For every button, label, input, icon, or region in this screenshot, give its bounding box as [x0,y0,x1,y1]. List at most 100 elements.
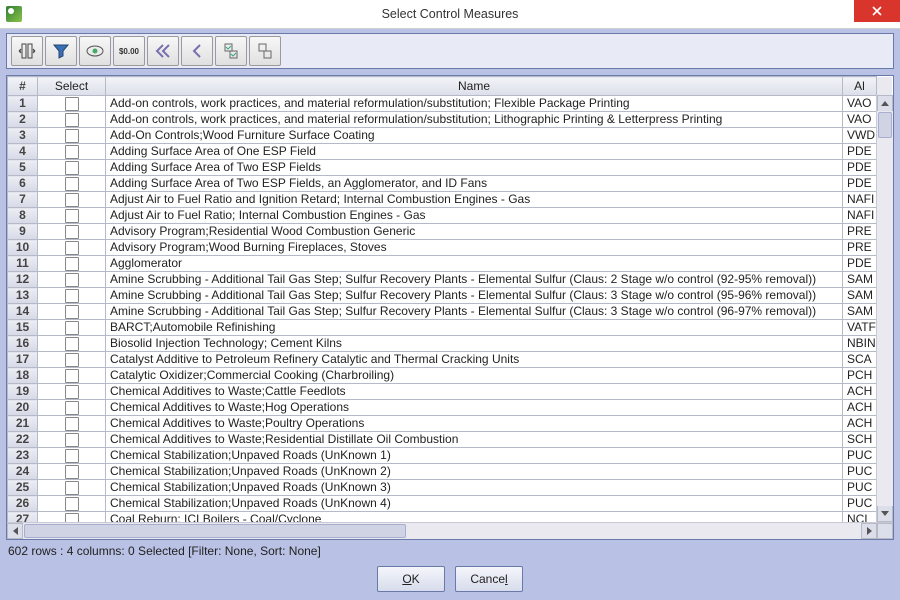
checkbox[interactable] [65,465,79,479]
checkbox[interactable] [65,481,79,495]
col-header-abbr[interactable]: Al [843,77,877,96]
row-select-cell[interactable] [38,224,106,240]
checkbox[interactable] [65,321,79,335]
table-row[interactable]: 13Amine Scrubbing - Additional Tail Gas … [8,288,893,304]
row-select-cell[interactable] [38,288,106,304]
expand-columns-button[interactable] [11,36,43,66]
checkbox[interactable] [65,401,79,415]
first-page-button[interactable] [147,36,179,66]
row-select-cell[interactable] [38,432,106,448]
checkbox[interactable] [65,337,79,351]
table-row[interactable]: 11AgglomeratorPDE [8,256,893,272]
row-select-cell[interactable] [38,304,106,320]
scroll-left-button[interactable] [7,523,23,539]
row-select-cell[interactable] [38,128,106,144]
table-row[interactable]: 17Catalyst Additive to Petroleum Refiner… [8,352,893,368]
col-header-number[interactable]: # [8,77,38,96]
vertical-scrollbar[interactable] [876,95,893,522]
checkbox[interactable] [65,129,79,143]
checkbox[interactable] [65,369,79,383]
checkbox[interactable] [65,177,79,191]
checkbox[interactable] [65,241,79,255]
table-row[interactable]: 19Chemical Additives to Waste;Cattle Fee… [8,384,893,400]
table-row[interactable]: 25Chemical Stabilization;Unpaved Roads (… [8,480,893,496]
table-row[interactable]: 15BARCT;Automobile RefinishingVATF [8,320,893,336]
table-row[interactable]: 2Add-on controls, work practices, and ma… [8,112,893,128]
row-select-cell[interactable] [38,320,106,336]
checkbox[interactable] [65,145,79,159]
show-hide-button[interactable] [79,36,111,66]
row-select-cell[interactable] [38,352,106,368]
table-row[interactable]: 16Biosolid Injection Technology; Cement … [8,336,893,352]
table-row[interactable]: 12Amine Scrubbing - Additional Tail Gas … [8,272,893,288]
checkbox[interactable] [65,273,79,287]
table-row[interactable]: 26Chemical Stabilization;Unpaved Roads (… [8,496,893,512]
row-select-cell[interactable] [38,176,106,192]
table-row[interactable]: 10Advisory Program;Wood Burning Fireplac… [8,240,893,256]
row-select-cell[interactable] [38,368,106,384]
row-select-cell[interactable] [38,240,106,256]
row-select-cell[interactable] [38,208,106,224]
table-row[interactable]: 18Catalytic Oxidizer;Commercial Cooking … [8,368,893,384]
scroll-thumb[interactable] [878,112,892,138]
filter-button[interactable] [45,36,77,66]
table-row[interactable]: 21Chemical Additives to Waste;Poultry Op… [8,416,893,432]
row-select-cell[interactable] [38,480,106,496]
row-select-cell[interactable] [38,144,106,160]
checkbox[interactable] [65,289,79,303]
row-select-cell[interactable] [38,448,106,464]
row-select-cell[interactable] [38,416,106,432]
ok-button[interactable]: OK [377,566,445,592]
checkbox[interactable] [65,449,79,463]
checkbox[interactable] [65,513,79,522]
row-select-cell[interactable] [38,464,106,480]
prev-page-button[interactable] [181,36,213,66]
table-row[interactable]: 5Adding Surface Area of Two ESP FieldsPD… [8,160,893,176]
scroll-up-button[interactable] [877,95,893,111]
table-row[interactable]: 22Chemical Additives to Waste;Residentia… [8,432,893,448]
row-select-cell[interactable] [38,512,106,523]
checkbox[interactable] [65,257,79,271]
checkbox[interactable] [65,385,79,399]
format-button[interactable]: $0.00 [113,36,145,66]
table-row[interactable]: 9Advisory Program;Residential Wood Combu… [8,224,893,240]
row-select-cell[interactable] [38,192,106,208]
checkbox[interactable] [65,305,79,319]
checkbox[interactable] [65,161,79,175]
checkbox[interactable] [65,97,79,111]
table-row[interactable]: 8Adjust Air to Fuel Ratio; Internal Comb… [8,208,893,224]
cancel-button[interactable]: Cancel [455,566,523,592]
table-row[interactable]: 27Coal Reburn; ICI Boilers - Coal/Cyclon… [8,512,893,523]
deselect-all-button[interactable] [249,36,281,66]
row-select-cell[interactable] [38,400,106,416]
row-select-cell[interactable] [38,496,106,512]
checkbox[interactable] [65,193,79,207]
table-row[interactable]: 6Adding Surface Area of Two ESP Fields, … [8,176,893,192]
col-header-select[interactable]: Select [38,77,106,96]
table-row[interactable]: 1Add-on controls, work practices, and ma… [8,96,893,112]
checkbox[interactable] [65,497,79,511]
row-select-cell[interactable] [38,272,106,288]
select-all-button[interactable] [215,36,247,66]
scroll-right-button[interactable] [861,523,877,539]
row-select-cell[interactable] [38,384,106,400]
table-row[interactable]: 24Chemical Stabilization;Unpaved Roads (… [8,464,893,480]
checkbox[interactable] [65,417,79,431]
table-row[interactable]: 7Adjust Air to Fuel Ratio and Ignition R… [8,192,893,208]
scroll-down-button[interactable] [877,506,893,522]
col-header-name[interactable]: Name [106,77,843,96]
row-select-cell[interactable] [38,256,106,272]
table-row[interactable]: 23Chemical Stabilization;Unpaved Roads (… [8,448,893,464]
close-button[interactable] [854,0,900,22]
checkbox[interactable] [65,353,79,367]
row-select-cell[interactable] [38,112,106,128]
hscroll-thumb[interactable] [24,524,406,538]
table-row[interactable]: 20Chemical Additives to Waste;Hog Operat… [8,400,893,416]
row-select-cell[interactable] [38,160,106,176]
table-row[interactable]: 4Adding Surface Area of One ESP FieldPDE [8,144,893,160]
table-row[interactable]: 14Amine Scrubbing - Additional Tail Gas … [8,304,893,320]
checkbox[interactable] [65,209,79,223]
row-select-cell[interactable] [38,336,106,352]
checkbox[interactable] [65,225,79,239]
checkbox[interactable] [65,113,79,127]
